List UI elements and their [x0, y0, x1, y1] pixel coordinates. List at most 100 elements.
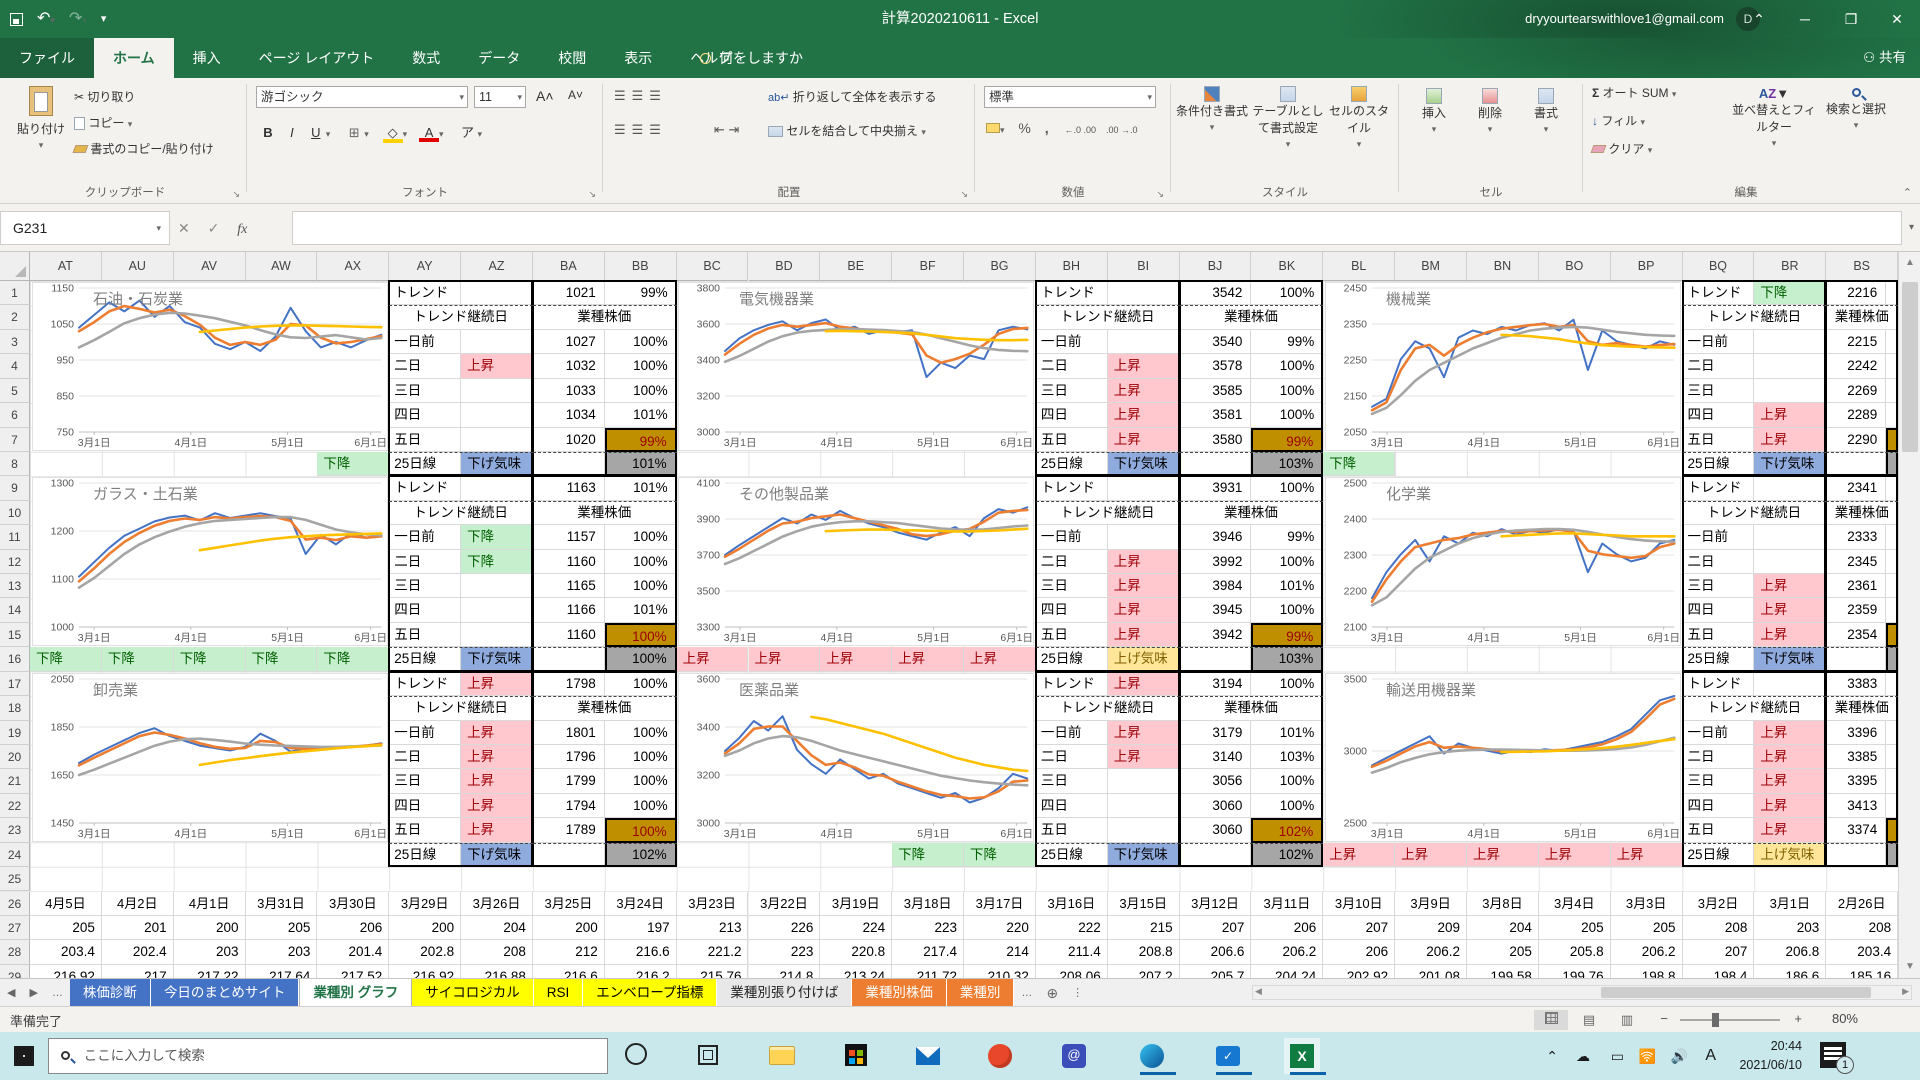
format-painter-button[interactable]: 書式のコピー/貼り付け: [74, 140, 214, 157]
conditional-formatting-button[interactable]: 条件付き書式▾: [1176, 86, 1248, 133]
volume-icon[interactable]: 🔊: [1671, 1032, 1688, 1080]
new-sheet-icon[interactable]: ⊕: [1039, 979, 1065, 1007]
scroll-up-icon[interactable]: ▲: [1899, 252, 1920, 274]
row-header-18[interactable]: 18: [0, 696, 30, 720]
ribbon-tab-2[interactable]: 挿入: [174, 38, 240, 78]
column-header-AY[interactable]: AY: [389, 252, 461, 281]
row-header-21[interactable]: 21: [0, 769, 30, 793]
vertical-scrollbar[interactable]: ▲ ▼: [1898, 252, 1920, 978]
ribbon-tab-5[interactable]: データ: [459, 38, 539, 78]
percent-button[interactable]: %: [1018, 120, 1030, 136]
fill-color-button[interactable]: ◇: [383, 125, 403, 141]
grow-font-button[interactable]: A˄: [536, 88, 554, 104]
hscroll-left-icon[interactable]: ◀: [1255, 986, 1262, 997]
font-size-select[interactable]: 11▾: [474, 86, 526, 108]
column-header-BG[interactable]: BG: [964, 252, 1036, 281]
copy-button[interactable]: コピー ▾: [74, 114, 132, 131]
insert-function-icon[interactable]: fx: [237, 222, 247, 237]
zoom-out-icon[interactable]: −: [1660, 1011, 1668, 1026]
column-header-AX[interactable]: AX: [317, 252, 389, 281]
column-header-BN[interactable]: BN: [1467, 252, 1539, 281]
sort-filter-button[interactable]: AZ▼ 並べ替えとフィルター▾: [1732, 86, 1816, 149]
ribbon-display-options-icon[interactable]: ⌃: [1736, 0, 1782, 38]
ribbon-tab-7[interactable]: 表示: [605, 38, 671, 78]
scroll-down-icon[interactable]: ▼: [1899, 956, 1920, 978]
column-header-BE[interactable]: BE: [820, 252, 892, 281]
row-header-11[interactable]: 11: [0, 525, 30, 549]
close-button[interactable]: ✕: [1874, 0, 1920, 38]
column-header-BS[interactable]: BS: [1826, 252, 1898, 281]
ime-icon[interactable]: A: [1705, 1032, 1716, 1080]
find-select-button[interactable]: 検索と選択▾: [1820, 86, 1892, 131]
comma-button[interactable]: ,: [1045, 120, 1049, 136]
column-header-BA[interactable]: BA: [533, 252, 605, 281]
zoom-slider[interactable]: [1680, 1019, 1780, 1021]
sheet-ellipsis-left[interactable]: …: [45, 979, 70, 1007]
mail-icon[interactable]: [910, 1038, 946, 1074]
file-explorer-icon[interactable]: [764, 1038, 800, 1074]
horizontal-scrollbar[interactable]: ◀ ▶: [1252, 985, 1912, 1000]
start-button[interactable]: [14, 1046, 34, 1066]
row-header-23[interactable]: 23: [0, 818, 30, 842]
row-header-26[interactable]: 26: [0, 892, 30, 916]
share-button[interactable]: ⚇ 共有: [1863, 38, 1906, 78]
onedrive-icon[interactable]: ☁: [1576, 1032, 1590, 1080]
select-all-corner[interactable]: [0, 252, 30, 281]
taskbar-search[interactable]: ここに入力して検索: [48, 1038, 608, 1074]
row-header-29[interactable]: 29: [0, 965, 30, 978]
tray-expand-icon[interactable]: ⌃: [1546, 1032, 1558, 1080]
column-header-BK[interactable]: BK: [1251, 252, 1323, 281]
sheet-tab-業種別 グラフ[interactable]: 業種別 グラフ: [299, 979, 412, 1007]
zoom-slider-thumb[interactable]: [1712, 1013, 1719, 1027]
formula-input[interactable]: [292, 211, 1902, 245]
clipboard-dialog-launcher[interactable]: ↘: [232, 189, 240, 200]
number-format-select[interactable]: 標準▾: [984, 86, 1156, 108]
column-header-BI[interactable]: BI: [1108, 252, 1180, 281]
store-icon[interactable]: [838, 1038, 874, 1074]
app-orange-icon[interactable]: [982, 1038, 1018, 1074]
delete-cells-button[interactable]: 削除▾: [1464, 88, 1516, 135]
row-header-25[interactable]: 25: [0, 867, 30, 891]
app-monitor-icon[interactable]: ✓: [1210, 1038, 1246, 1074]
format-as-table-button[interactable]: テーブルとして書式設定▾: [1250, 86, 1326, 150]
wifi-icon[interactable]: 🛜: [1639, 1032, 1656, 1080]
worksheet-grid[interactable]: ▲ ▼ ATAUAVAWAXAYAZBABBBCBDBEBFBGBHBIBJBK…: [0, 252, 1920, 978]
font-name-select[interactable]: 游ゴシック▾: [256, 86, 468, 108]
edge-icon[interactable]: [1134, 1038, 1170, 1074]
cell-styles-button[interactable]: セルのスタイル▾: [1328, 86, 1390, 150]
row-header-20[interactable]: 20: [0, 745, 30, 769]
row-header-16[interactable]: 16: [0, 647, 30, 671]
account-email[interactable]: dryyourtearswithlove1@gmail.com: [1525, 0, 1724, 38]
column-header-BQ[interactable]: BQ: [1683, 252, 1755, 281]
collapse-ribbon-icon[interactable]: ⌃: [1903, 186, 1912, 199]
ribbon-tab-6[interactable]: 校閲: [539, 38, 605, 78]
font-dialog-launcher[interactable]: ↘: [588, 189, 596, 200]
column-header-AW[interactable]: AW: [246, 252, 318, 281]
row-header-17[interactable]: 17: [0, 672, 30, 696]
column-header-BR[interactable]: BR: [1754, 252, 1826, 281]
ribbon-tab-4[interactable]: 数式: [393, 38, 459, 78]
tab-splitter[interactable]: ⋮: [1065, 979, 1090, 1007]
autosum-button[interactable]: Σ オート SUM ▾: [1592, 84, 1676, 101]
column-header-AU[interactable]: AU: [102, 252, 174, 281]
hscroll-right-icon[interactable]: ▶: [1902, 986, 1909, 997]
sheet-tab-サイコロジカル[interactable]: サイコロジカル: [412, 979, 534, 1007]
row-header-5[interactable]: 5: [0, 379, 30, 403]
row-header-10[interactable]: 10: [0, 501, 30, 525]
ribbon-tab-3[interactable]: ページ レイアウト: [240, 38, 394, 78]
sheet-tab-エンベロープ指標[interactable]: エンベロープ指標: [583, 979, 717, 1007]
borders-button[interactable]: ⊞: [344, 125, 364, 141]
task-view-icon[interactable]: [690, 1038, 726, 1074]
wrap-text-button[interactable]: ab↵ 折り返して全体を表示する: [768, 88, 936, 105]
bold-button[interactable]: B: [258, 125, 278, 140]
sheet-tab-業種別張り付けば[interactable]: 業種別張り付けば: [717, 979, 852, 1007]
row-header-7[interactable]: 7: [0, 428, 30, 452]
row-header-1[interactable]: 1: [0, 281, 30, 305]
row-header-9[interactable]: 9: [0, 476, 30, 500]
cortana-icon[interactable]: [618, 1038, 654, 1074]
row-header-4[interactable]: 4: [0, 354, 30, 378]
sheet-nav-left-icon[interactable]: ◀: [0, 979, 22, 1007]
name-box[interactable]: G231▾: [0, 211, 170, 245]
column-header-BB[interactable]: BB: [605, 252, 677, 281]
italic-button[interactable]: I: [282, 125, 302, 140]
